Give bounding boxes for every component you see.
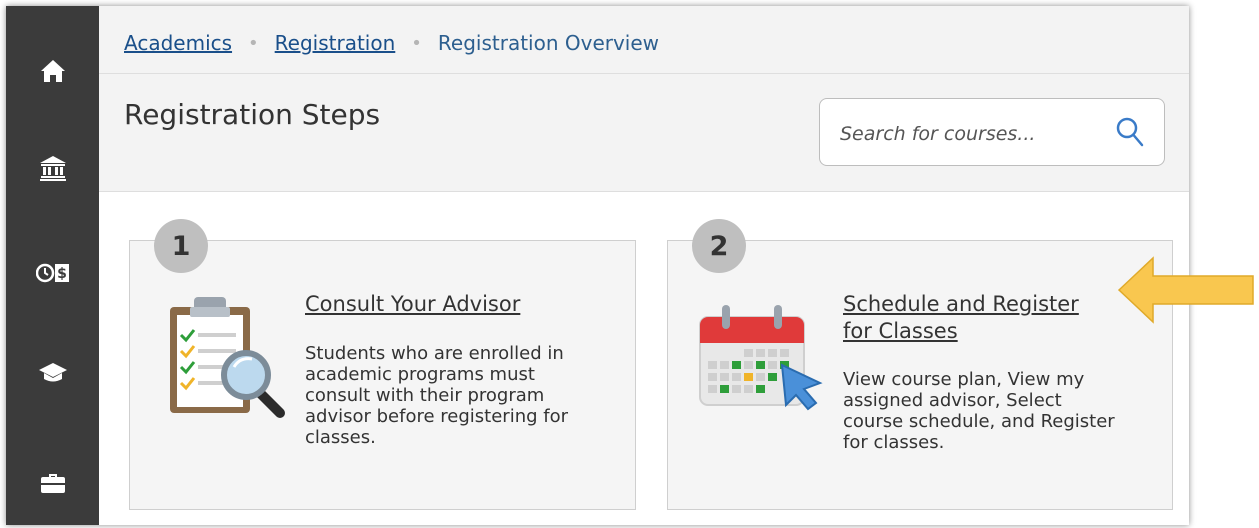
breadcrumb-separator: •	[411, 32, 422, 54]
description-line: classes.	[305, 427, 376, 448]
description-line: academic programs must	[305, 364, 535, 385]
bank-icon	[39, 156, 66, 181]
step-number-badge: 1	[154, 219, 208, 273]
page-title: Registration Steps	[124, 98, 381, 131]
briefcase-icon	[40, 474, 65, 493]
breadcrumb: Academics • Registration • Registration …	[124, 31, 659, 55]
graduation-cap-icon	[38, 363, 67, 382]
step-card-1: 1 Consult Your Advisor Students who are …	[129, 219, 636, 510]
step-card-2: 2 Schedule and Register for Classes View…	[667, 219, 1173, 510]
title-line: for Classes	[843, 319, 958, 343]
search-input[interactable]	[838, 117, 1102, 151]
step-description: Students who are enrolled in academic pr…	[305, 343, 568, 448]
description-line: for classes.	[843, 432, 945, 453]
clipboard-magnifier-icon	[166, 293, 288, 426]
step-title-link[interactable]: Consult Your Advisor	[305, 291, 520, 318]
sidebar-item-home[interactable]	[6, 41, 99, 101]
breadcrumb-separator: •	[248, 32, 259, 54]
arrow-pointer-icon	[1117, 254, 1257, 331]
search-box	[819, 98, 1165, 166]
description-line: Students who are enrolled in	[305, 343, 564, 364]
breadcrumb-link-registration[interactable]: Registration	[275, 31, 396, 55]
title-line: Schedule and Register	[843, 292, 1079, 316]
sidebar: $	[6, 6, 99, 525]
description-line: assigned advisor, Select	[843, 390, 1062, 411]
page-header: Academics • Registration • Registration …	[99, 6, 1189, 192]
sidebar-item-finances[interactable]: $	[6, 243, 99, 303]
description-line: consult with their program	[305, 385, 545, 406]
breadcrumb-current: Registration Overview	[437, 31, 660, 55]
breadcrumb-divider	[99, 73, 1189, 74]
description-line: View course plan, View my	[843, 369, 1085, 390]
main-content: Academics • Registration • Registration …	[99, 6, 1189, 525]
search-icon[interactable]	[1116, 117, 1144, 152]
description-line: advisor before registering for	[305, 406, 568, 427]
step-number-badge: 2	[692, 219, 746, 273]
calendar-cursor-icon	[698, 303, 826, 416]
app-window: $ Academics • Registration • Registratio…	[6, 6, 1189, 525]
sidebar-item-academics[interactable]	[6, 138, 99, 198]
sidebar-item-career[interactable]	[6, 453, 99, 513]
home-icon	[40, 60, 65, 82]
sidebar-item-graduation[interactable]	[6, 342, 99, 402]
description-line: course schedule, and Register	[843, 411, 1115, 432]
svg-text:$: $	[57, 266, 67, 282]
step-title-link[interactable]: Schedule and Register for Classes	[843, 291, 1079, 345]
breadcrumb-link-academics[interactable]: Academics	[124, 31, 232, 55]
step-description: View course plan, View my assigned advis…	[843, 369, 1115, 453]
finance-icon: $	[35, 263, 69, 283]
